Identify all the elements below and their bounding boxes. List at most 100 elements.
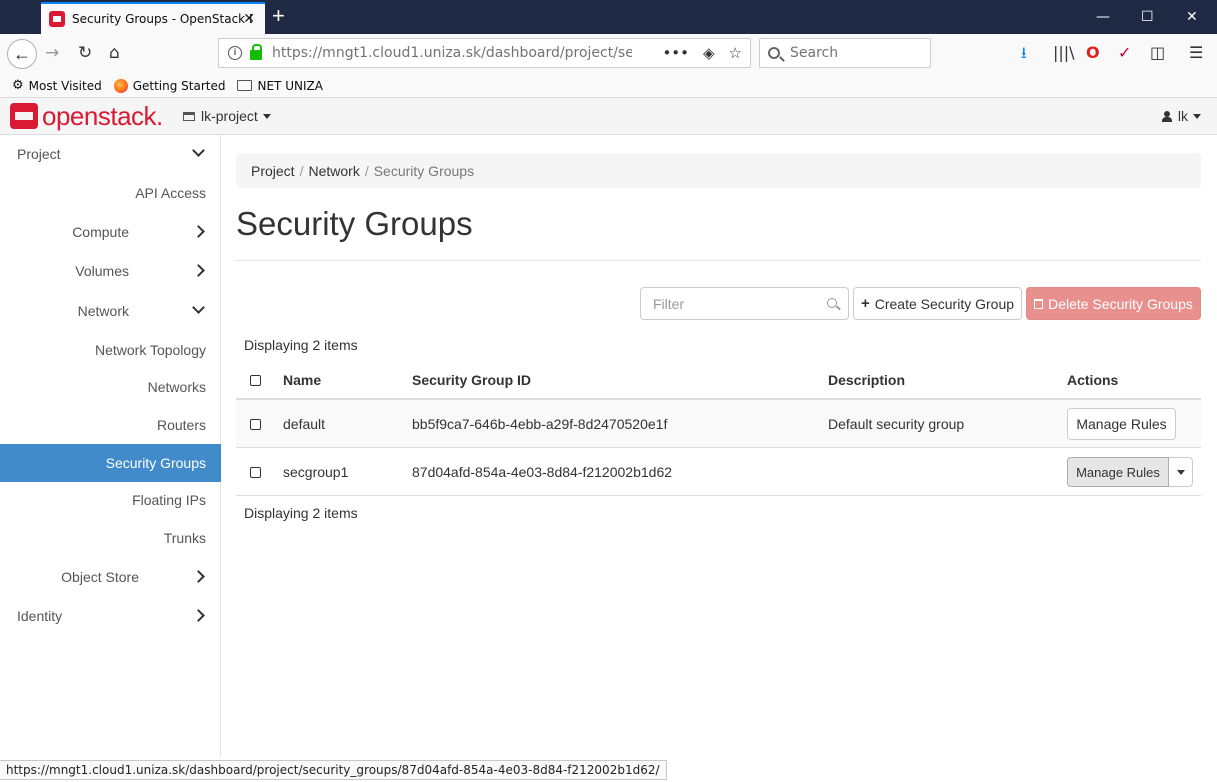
home-icon[interactable]: ⌂	[109, 43, 120, 63]
status-bar-url: https://mngt1.cloud1.uniza.sk/dashboard/…	[0, 760, 667, 780]
breadcrumb-project[interactable]: Project	[251, 163, 295, 179]
sidebar-item-label: Security Groups	[105, 455, 206, 471]
breadcrumb-network[interactable]: Network	[308, 163, 359, 179]
sidebar-item-project[interactable]: Project	[0, 135, 221, 173]
sidebar-item-object-store[interactable]: Object Store	[0, 558, 221, 596]
back-arrow-icon[interactable]: ←	[7, 39, 37, 69]
logo-text: openstack.	[42, 101, 163, 131]
row-checkbox[interactable]	[250, 467, 261, 478]
sidebar-item-security-groups[interactable]: Security Groups	[0, 444, 221, 482]
firefox-icon	[113, 78, 128, 93]
sidebar-item-compute[interactable]: Compute	[0, 213, 221, 251]
folder-icon	[237, 80, 253, 91]
url-text: https://mngt1.cloud1.uniza.sk/dashboard/…	[272, 45, 632, 61]
browser-nav-bar: ← → ↻ ⌂ i https://mngt1.cloud1.uniza.sk/…	[0, 34, 1217, 74]
row-id[interactable]: bb5f9ca7-646b-4ebb-a29f-8d2470520e1f	[412, 416, 667, 432]
sidebar-item-network[interactable]: Network	[0, 292, 221, 330]
chevron-right-icon	[192, 225, 205, 238]
breadcrumb: Project / Network / Security Groups	[236, 153, 1201, 188]
minimize-icon[interactable]: —	[1096, 8, 1110, 26]
select-all-checkbox[interactable]	[250, 375, 261, 386]
page-title: Security Groups	[236, 205, 473, 242]
openstack-logo[interactable]: openstack.	[10, 103, 163, 129]
forward-arrow-icon[interactable]: →	[45, 43, 59, 63]
sidebar-item-network-topology[interactable]: Network Topology	[0, 331, 221, 369]
library-icon[interactable]: |||\	[1053, 44, 1075, 62]
page-actions-icon[interactable]: •••	[662, 44, 689, 62]
sidebar-item-label: Floating IPs	[132, 492, 206, 508]
sidebar-item-label: Compute	[72, 224, 129, 240]
info-icon[interactable]: i	[228, 46, 242, 60]
sidebar-item-volumes[interactable]: Volumes	[0, 252, 221, 290]
pocket-icon[interactable]: ◈	[703, 44, 715, 62]
bookmark-getting-started[interactable]: Getting Started	[113, 78, 226, 93]
sidebar-item-label: Volumes	[75, 263, 129, 279]
column-header-id[interactable]: Security Group ID	[412, 362, 531, 398]
openstack-favicon-icon	[49, 11, 65, 27]
chevron-right-icon	[192, 570, 205, 583]
close-tab-icon[interactable]: ✕	[243, 11, 255, 27]
bookmark-star-icon[interactable]: ☆	[729, 44, 742, 62]
tab-title: Security Groups - OpenStack Da	[72, 12, 252, 26]
menu-hamburger-icon[interactable]: ☰	[1189, 44, 1203, 62]
project-switcher[interactable]: lk-project	[183, 108, 271, 124]
sidebar-item-api-access[interactable]: API Access	[0, 174, 221, 212]
sidebar-item-label: Identity	[17, 608, 63, 624]
browser-tab[interactable]: Security Groups - OpenStack Da ✕	[41, 2, 265, 34]
download-icon[interactable]: ⭳	[1021, 44, 1027, 62]
sidebar: Project API Access Compute Volumes Netwo…	[0, 135, 221, 758]
sidebar-toggle-icon[interactable]: ◫	[1150, 44, 1165, 62]
filter-input[interactable]: Filter	[640, 287, 849, 320]
project-name: lk-project	[201, 108, 258, 124]
sidebar-item-label: Network	[77, 303, 129, 319]
search-input[interactable]: Search	[759, 38, 931, 68]
user-icon	[1161, 110, 1172, 122]
sidebar-item-networks[interactable]: Networks	[0, 368, 221, 406]
maximize-icon[interactable]: ☐	[1141, 8, 1154, 26]
row-checkbox[interactable]	[250, 419, 261, 430]
delete-button-label: Delete Security Groups	[1048, 295, 1193, 312]
bookmark-label: NET UNIZA	[257, 78, 323, 93]
bookmarks-bar: ⚙ Most Visited Getting Started NET UNIZA	[0, 74, 1217, 98]
actions-dropdown-toggle[interactable]	[1169, 457, 1193, 487]
column-header-name[interactable]: Name	[283, 362, 321, 398]
chevron-right-icon	[192, 609, 205, 622]
sidebar-item-trunks[interactable]: Trunks	[0, 519, 221, 557]
window-close-icon[interactable]: ✕	[1186, 8, 1198, 26]
row-name: default	[283, 416, 326, 432]
divider	[236, 260, 1201, 261]
plus-icon: +	[860, 295, 870, 312]
breadcrumb-security-groups: Security Groups	[373, 162, 475, 179]
bookmark-label: Getting Started	[132, 78, 226, 93]
user-name: lk	[1177, 108, 1188, 124]
column-header-description[interactable]: Description	[828, 362, 905, 398]
sidebar-item-floating-ips[interactable]: Floating IPs	[0, 481, 221, 519]
manage-rules-button[interactable]: Manage Rules	[1067, 408, 1176, 440]
user-menu[interactable]: lk	[1161, 108, 1201, 124]
url-bar[interactable]: i https://mngt1.cloud1.uniza.sk/dashboar…	[218, 38, 751, 68]
row-id[interactable]: 87d04afd-854a-4e03-8d84-f212002b1d62	[412, 464, 672, 480]
sidebar-item-label: API Access	[135, 185, 206, 201]
project-icon	[183, 111, 195, 121]
sidebar-item-label: Object Store	[61, 569, 139, 585]
chevron-right-icon	[192, 264, 205, 277]
sidebar-item-identity[interactable]: Identity	[0, 597, 221, 635]
item-count-bottom: Displaying 2 items	[244, 505, 358, 521]
bookmark-net-uniza[interactable]: NET UNIZA	[237, 78, 323, 93]
delete-security-groups-button[interactable]: Delete Security Groups	[1026, 287, 1201, 320]
sidebar-item-routers[interactable]: Routers	[0, 406, 221, 444]
create-security-group-button[interactable]: + Create Security Group	[853, 287, 1022, 320]
column-header-actions: Actions	[1067, 372, 1119, 388]
bookmark-most-visited[interactable]: ⚙ Most Visited	[12, 78, 102, 93]
opera-icon[interactable]: O	[1086, 44, 1100, 62]
chevron-down-icon	[192, 144, 205, 157]
table-row: default bb5f9ca7-646b-4ebb-a29f-8d247052…	[236, 400, 1201, 448]
lock-icon	[250, 44, 262, 60]
caret-down-icon	[262, 113, 271, 119]
create-button-label: Create Security Group	[874, 295, 1015, 312]
reload-icon[interactable]: ↻	[78, 43, 92, 63]
extension-icon[interactable]: ✓	[1118, 44, 1131, 62]
breadcrumb-separator: /	[299, 162, 304, 179]
new-tab-icon[interactable]: +	[272, 4, 285, 28]
manage-rules-button[interactable]: Manage Rules	[1067, 457, 1169, 487]
